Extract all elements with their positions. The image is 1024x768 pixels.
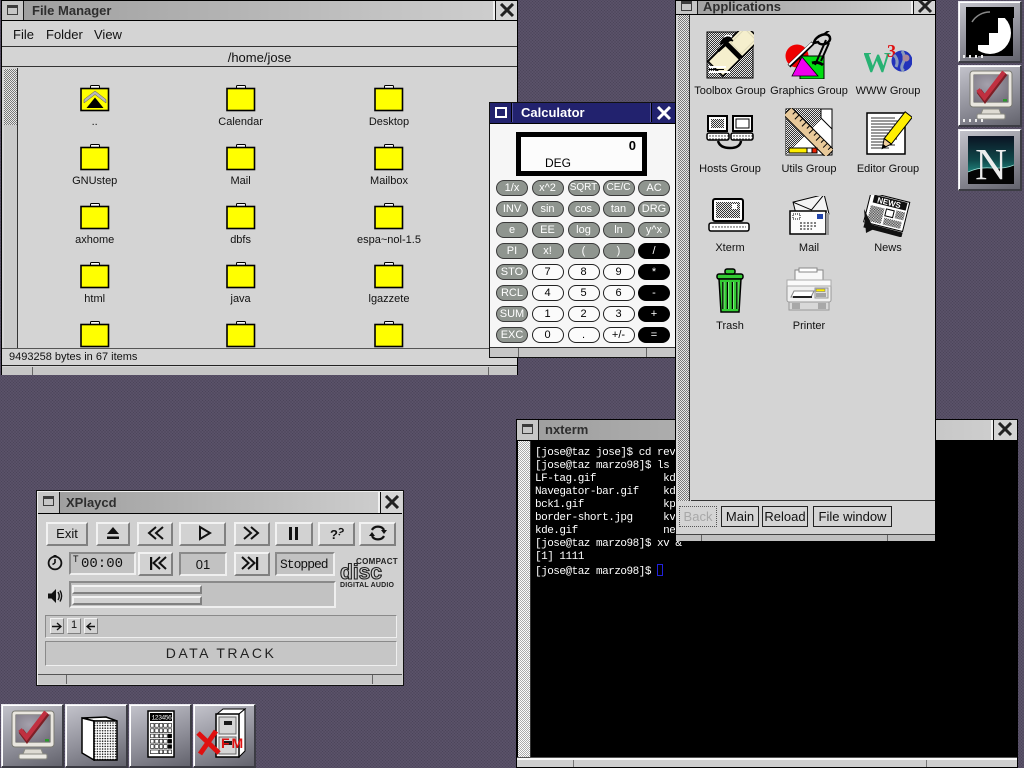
svg-text:FM: FM [221,735,245,751]
svg-text:123456: 123456 [152,715,173,722]
svg-text:N: N [975,140,1007,185]
